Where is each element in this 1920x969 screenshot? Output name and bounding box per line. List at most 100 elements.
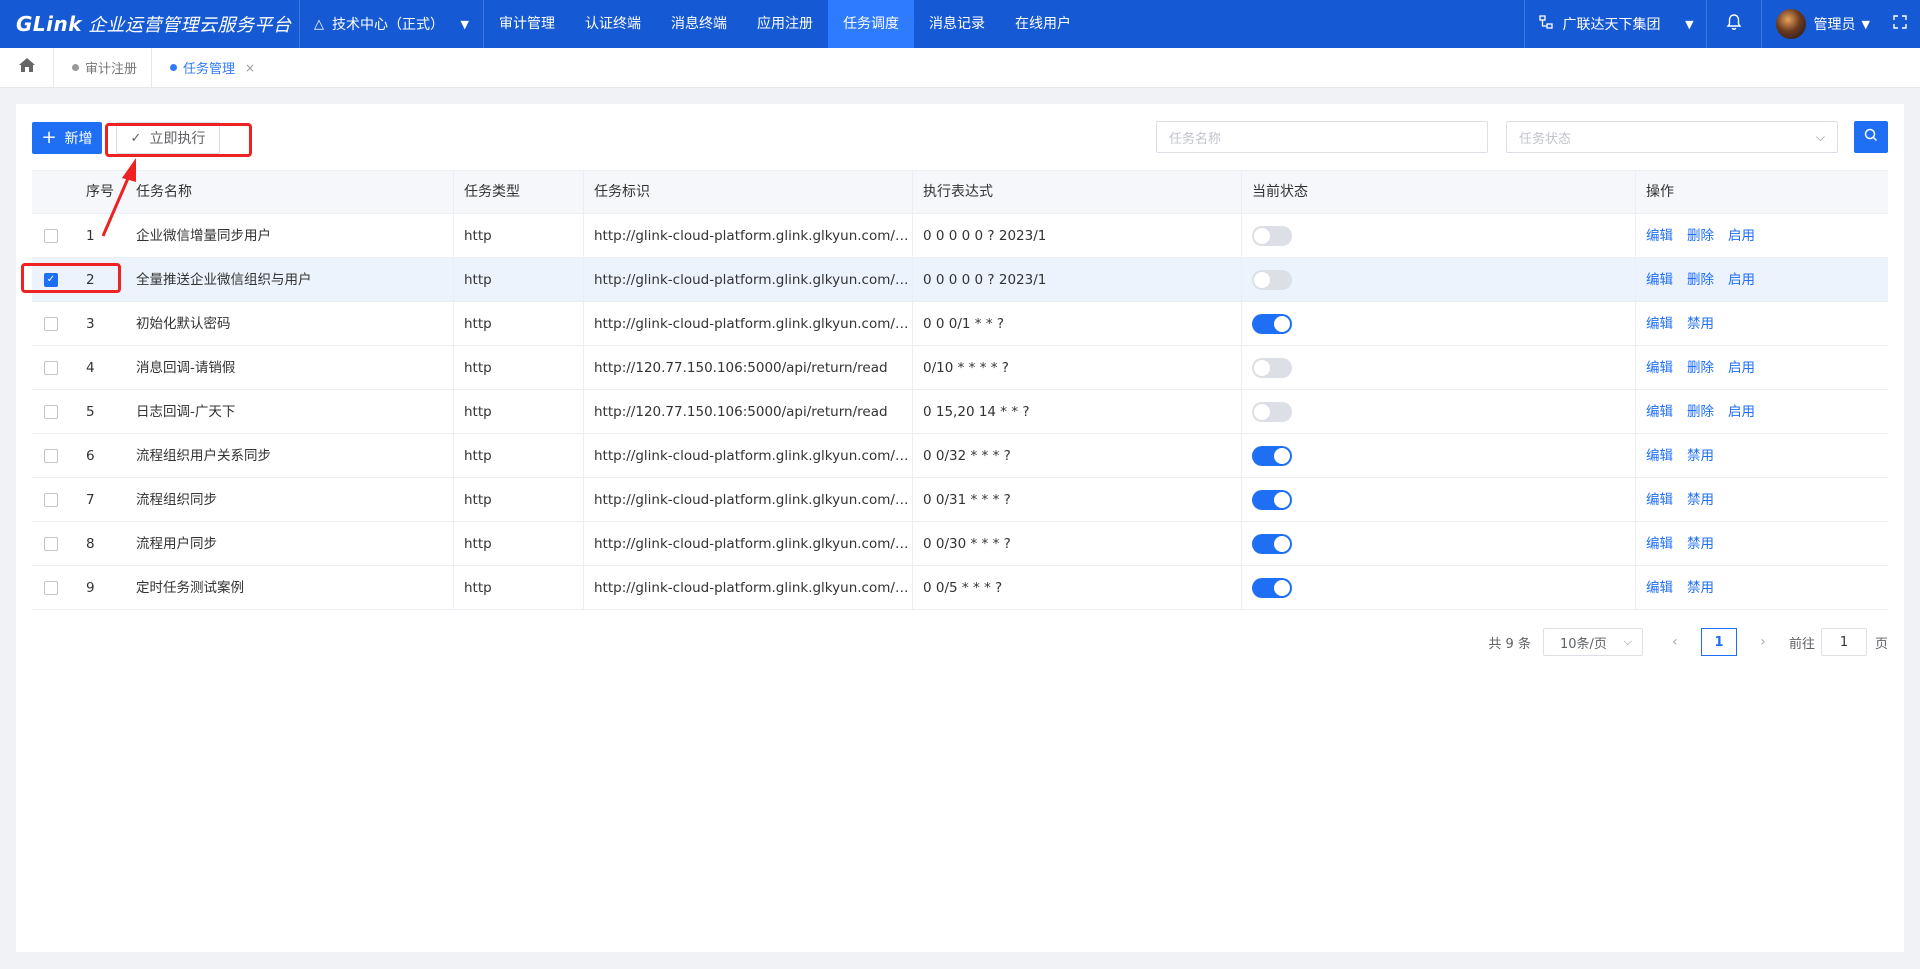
tab-audit-register[interactable]: 审计注册 bbox=[54, 47, 153, 88]
cell-expr: 0 0/5 * * * ? bbox=[913, 565, 1242, 610]
row-checkbox[interactable] bbox=[44, 580, 58, 595]
home-icon bbox=[18, 57, 36, 78]
row-action-link[interactable]: 禁用 bbox=[1687, 536, 1714, 552]
row-action-link[interactable]: 启用 bbox=[1728, 360, 1755, 376]
row-action-link[interactable]: 编辑 bbox=[1646, 404, 1673, 420]
table-row[interactable]: 1 企业微信增量同步用户 http http://glink-cloud-platfo… bbox=[32, 213, 1888, 258]
app-logo[interactable]: GLink 企业运营管理云服务平台 bbox=[0, 0, 300, 48]
nav-item[interactable]: 任务调度 bbox=[828, 0, 914, 48]
fullscreen-button[interactable] bbox=[1880, 0, 1920, 48]
col-no: 序号 bbox=[86, 184, 114, 200]
cell-no: 4 bbox=[86, 359, 95, 376]
row-checkbox[interactable] bbox=[44, 448, 58, 463]
row-action-link[interactable]: 编辑 bbox=[1646, 228, 1673, 244]
row-checkbox[interactable] bbox=[44, 492, 58, 507]
table-row[interactable]: 7 流程组织同步 http http://glink-cloud-platform.g… bbox=[32, 477, 1888, 522]
row-action-link[interactable]: 编辑 bbox=[1646, 272, 1673, 288]
next-page-icon[interactable]: › bbox=[1749, 634, 1777, 650]
current-page[interactable]: 1 bbox=[1700, 628, 1737, 656]
cell-name: 定时任务测试案例 bbox=[126, 565, 454, 610]
row-action-link[interactable]: 禁用 bbox=[1687, 580, 1714, 596]
row-action-link[interactable]: 删除 bbox=[1687, 228, 1714, 244]
status-toggle[interactable] bbox=[1252, 489, 1292, 510]
status-toggle[interactable] bbox=[1252, 225, 1292, 246]
cell-name: 流程组织用户关系同步 bbox=[126, 433, 454, 478]
row-action-link[interactable]: 删除 bbox=[1687, 404, 1714, 420]
row-action-link[interactable]: 禁用 bbox=[1687, 448, 1714, 464]
cell-name: 流程组织同步 bbox=[126, 477, 454, 522]
home-button[interactable] bbox=[0, 47, 54, 88]
cell-type: http bbox=[454, 521, 584, 566]
table-row[interactable]: 5 日志回调-广天下 http http://120.77.150.106:5000/… bbox=[32, 389, 1888, 434]
status-toggle[interactable] bbox=[1252, 401, 1292, 422]
row-action-link[interactable]: 编辑 bbox=[1646, 492, 1673, 508]
row-action-link[interactable]: 启用 bbox=[1728, 404, 1755, 420]
table-row[interactable]: ✓ 2 全量推送企业微信组织与用户 http http://glink-cloud-pl… bbox=[32, 257, 1888, 302]
notification-button[interactable] bbox=[1705, 0, 1762, 48]
cell-ops: 编辑 禁用 bbox=[1636, 434, 1888, 478]
row-action-link[interactable]: 删除 bbox=[1687, 272, 1714, 288]
nav-item[interactable]: 审计管理 bbox=[484, 0, 570, 48]
status-toggle[interactable] bbox=[1252, 445, 1292, 466]
prev-page-icon[interactable]: ‹ bbox=[1661, 634, 1689, 650]
user-menu[interactable]: 管理员 ▼ bbox=[1762, 0, 1880, 48]
table-row[interactable]: 3 初始化默认密码 http http://glink-cloud-platform.… bbox=[32, 301, 1888, 346]
close-icon[interactable]: × bbox=[245, 61, 255, 75]
annotation-box-run-button bbox=[105, 123, 252, 157]
cell-no: 1 bbox=[86, 227, 95, 244]
row-action-link[interactable]: 启用 bbox=[1728, 228, 1755, 244]
row-action-link[interactable]: 编辑 bbox=[1646, 536, 1673, 552]
row-checkbox[interactable] bbox=[44, 228, 58, 243]
row-action-link[interactable]: 启用 bbox=[1728, 272, 1755, 288]
status-toggle[interactable] bbox=[1252, 533, 1292, 554]
tab-label: 任务管理 bbox=[183, 62, 236, 77]
row-checkbox[interactable] bbox=[44, 360, 58, 375]
task-name-input[interactable]: 任务名称 bbox=[1156, 121, 1488, 153]
pagination: 共 9 条 10条/页 ⌵ ‹ 1 › 前往 1 页 bbox=[1488, 628, 1888, 656]
row-action-link[interactable]: 编辑 bbox=[1646, 448, 1673, 464]
row-checkbox-cell bbox=[32, 434, 76, 478]
cell-expr: 0 15,20 14 * * ? bbox=[913, 389, 1242, 434]
cell-url: http://glink-cloud-platform.glink.glkyun… bbox=[584, 565, 913, 610]
cell-url: http://120.77.150.106:5000/api/return/re… bbox=[584, 389, 913, 434]
task-status-select[interactable]: 任务状态 ⌵ bbox=[1506, 121, 1838, 153]
search-button[interactable] bbox=[1854, 121, 1888, 153]
tab-task-management[interactable]: 任务管理 × bbox=[152, 48, 269, 88]
company-select[interactable]: 广联达天下集团 ▼ bbox=[1523, 0, 1706, 48]
cell-ops: 编辑 删除 启用 bbox=[1636, 346, 1888, 390]
table-row[interactable]: 4 消息回调-请销假 http http://120.77.150.106:5000/… bbox=[32, 345, 1888, 390]
goto-page-input[interactable]: 1 bbox=[1820, 628, 1867, 656]
nav-item[interactable]: 在线用户 bbox=[1000, 0, 1086, 48]
status-toggle[interactable] bbox=[1252, 357, 1292, 378]
table-row[interactable]: 6 流程组织用户关系同步 http http://glink-cloud-platfo… bbox=[32, 433, 1888, 478]
add-button[interactable]: + 新增 bbox=[32, 122, 102, 154]
cell-name: 流程用户同步 bbox=[126, 521, 454, 566]
nav-item[interactable]: 应用注册 bbox=[742, 0, 828, 48]
row-action-link[interactable]: 删除 bbox=[1687, 360, 1714, 376]
row-action-link[interactable]: 禁用 bbox=[1687, 492, 1714, 508]
cell-expr: 0 0/31 * * * ? bbox=[913, 477, 1242, 522]
row-checkbox[interactable] bbox=[44, 404, 58, 419]
logo-mark: GLink bbox=[16, 12, 83, 36]
table-row[interactable]: 8 流程用户同步 http http://glink-cloud-platform.g… bbox=[32, 521, 1888, 566]
row-action-link[interactable]: 编辑 bbox=[1646, 360, 1673, 376]
col-expr: 执行表达式 bbox=[913, 170, 1242, 214]
cell-name: 全量推送企业微信组织与用户 bbox=[126, 257, 454, 302]
status-toggle[interactable] bbox=[1252, 269, 1292, 290]
row-checkbox[interactable] bbox=[44, 316, 58, 331]
row-action-link[interactable]: 编辑 bbox=[1646, 580, 1673, 596]
table-row[interactable]: 9 定时任务测试案例 http http://glink-cloud-platform… bbox=[32, 565, 1888, 610]
nav-item[interactable]: 消息记录 bbox=[914, 0, 1000, 48]
page-size-select[interactable]: 10条/页 ⌵ bbox=[1542, 628, 1643, 656]
row-action-link[interactable]: 禁用 bbox=[1687, 316, 1714, 332]
status-toggle[interactable] bbox=[1252, 313, 1292, 334]
org-select[interactable]: △ 技术中心（正式） ▼ bbox=[300, 0, 484, 48]
status-toggle[interactable] bbox=[1252, 577, 1292, 598]
row-checkbox[interactable] bbox=[44, 536, 58, 551]
col-state: 当前状态 bbox=[1242, 170, 1636, 214]
tabs-bar: 审计注册 任务管理 × bbox=[0, 47, 1920, 88]
row-action-link[interactable]: 编辑 bbox=[1646, 316, 1673, 332]
nav-item[interactable]: 消息终端 bbox=[656, 0, 742, 48]
nav-item[interactable]: 认证终端 bbox=[570, 0, 656, 48]
cell-state bbox=[1242, 565, 1636, 610]
